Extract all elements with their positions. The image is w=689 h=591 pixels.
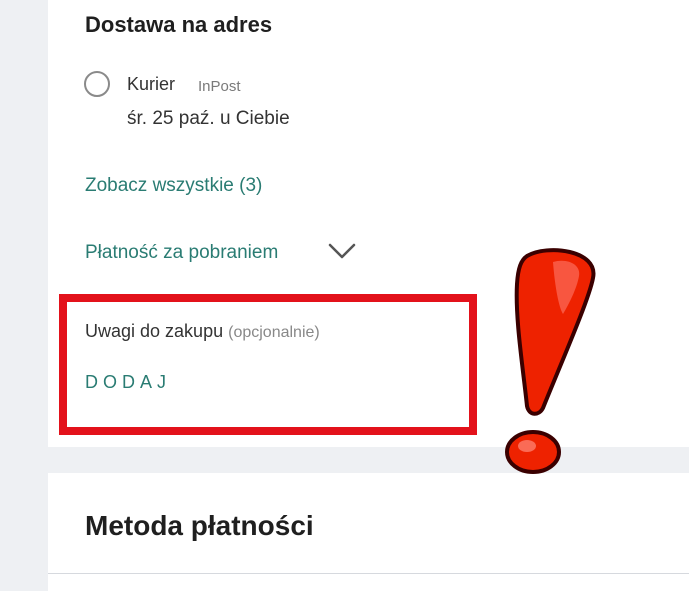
payment-on-delivery-link[interactable]: Płatność za pobraniem	[85, 242, 278, 264]
purchase-notes-label-text: Uwagi do zakupu	[85, 321, 224, 341]
purchase-notes-label: Uwagi do zakupu (opcjonalnie)	[85, 321, 320, 342]
payment-method-title: Metoda płatności	[85, 510, 314, 541]
page-background-strip	[0, 0, 48, 591]
courier-option-name[interactable]: Kurier	[127, 74, 175, 95]
purchase-notes-optional: (opcjonalnie)	[228, 324, 320, 341]
add-note-button[interactable]: DODAJ	[85, 372, 171, 393]
radio-unchecked-icon[interactable]	[84, 71, 110, 97]
highlight-annotation-box	[59, 294, 477, 435]
chevron-down-icon[interactable]	[327, 241, 357, 261]
divider	[48, 573, 689, 574]
courier-option-brand: InPost	[198, 78, 241, 95]
exclamation-mark-icon	[505, 248, 596, 474]
delivery-section-title: Dostawa na adres	[85, 12, 273, 37]
delivery-date: śr. 25 paź. u Ciebie	[127, 108, 290, 129]
see-all-link[interactable]: Zobacz wszystkie (3)	[85, 175, 262, 197]
